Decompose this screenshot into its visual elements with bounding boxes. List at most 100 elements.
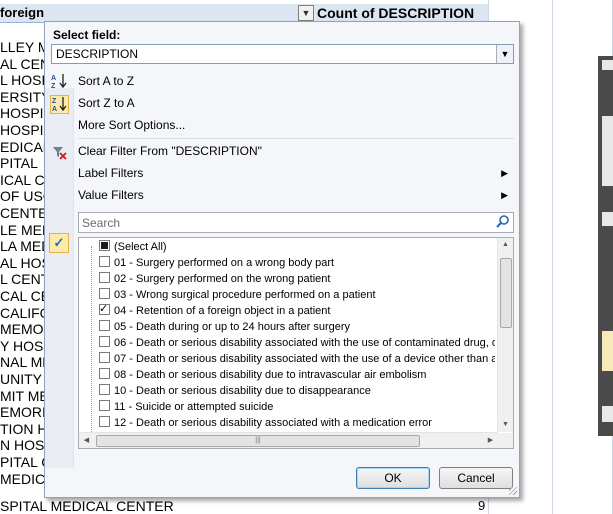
row-value: 9 [478, 498, 486, 513]
row-label: ERSITY [0, 88, 51, 105]
filter-item[interactable]: 10 - Death or serious disability due to … [99, 383, 495, 399]
resize-grip-icon[interactable] [509, 487, 517, 495]
select-field-label: Select field: [53, 28, 121, 42]
row-label: UNITY [0, 371, 42, 387]
filter-item[interactable]: 01 - Surgery performed on a wrong body p… [99, 255, 495, 271]
filter-item-label: (Select All) [114, 241, 167, 253]
filter-item-label: 05 - Death during or up to 24 hours afte… [114, 321, 351, 333]
scroll-thumb[interactable]: ||| [96, 435, 420, 447]
filter-item-label: 08 - Death or serious disability due to … [114, 369, 427, 381]
row-label: CENTE [0, 205, 48, 221]
menu-separator [78, 138, 514, 139]
scroll-thumb[interactable] [500, 258, 512, 328]
scroll-left-icon[interactable]: ◀ [79, 433, 94, 448]
filter-item-checkbox[interactable] [99, 240, 110, 251]
svg-text:A: A [52, 106, 57, 112]
vertical-scrollbar[interactable]: ▲ ▼ [497, 238, 513, 432]
filter-item-label: 07 - Death or serious disability associa… [114, 353, 495, 365]
filter-item-checkbox[interactable] [99, 272, 110, 283]
count-column-header: Count of DESCRIPTION [317, 5, 475, 21]
value-filters-label: Value Filters [78, 188, 144, 202]
pane-header [602, 60, 613, 70]
pane-section [602, 406, 613, 422]
search-input[interactable]: Search [78, 212, 514, 233]
filter-item-checkbox[interactable] [99, 288, 110, 299]
filter-dropdown-panel: Select field: DESCRIPTION ▼ AZ ZA Sort A… [44, 21, 520, 498]
label-filters-item[interactable]: Label Filters ▶ [78, 164, 514, 182]
pane-section [602, 116, 613, 186]
clear-filter-label: Clear Filter From "DESCRIPTION" [78, 144, 262, 158]
row-label: EDICAL [0, 138, 51, 155]
pane-section [602, 212, 613, 226]
filter-item-label: 11 - Suicide or attempted suicide [114, 401, 274, 413]
svg-text:Z: Z [51, 83, 56, 89]
filter-item-checkbox[interactable] [99, 336, 110, 347]
filter-item[interactable]: 08 - Death or serious disability due to … [99, 367, 495, 383]
filter-item-checkbox[interactable] [99, 416, 110, 427]
clear-filter-icon [51, 144, 67, 160]
filter-dropdown-icon[interactable]: ▼ [298, 5, 314, 21]
filter-item-checkbox[interactable] [99, 352, 110, 363]
horizontal-scrollbar[interactable]: ◀ ||| ▶ [79, 432, 498, 448]
svg-text:Z: Z [52, 98, 57, 105]
filter-item-label: 10 - Death or serious disability due to … [114, 385, 371, 397]
row-label: LLEY M [0, 39, 50, 55]
row-label: ICAL C [0, 171, 45, 188]
filter-item-checkbox[interactable] [99, 400, 110, 411]
filter-item[interactable]: 11 - Suicide or attempted suicide [99, 399, 495, 415]
filter-item[interactable]: 07 - Death or serious disability associa… [99, 351, 495, 367]
row-label: MIT ME [0, 387, 49, 404]
sort-a-to-z-label: Sort A to Z [78, 74, 135, 88]
chevron-right-icon: ▶ [501, 190, 508, 200]
filter-item[interactable]: 12 - Death or serious disability associa… [99, 415, 495, 431]
clear-filter-item[interactable]: Clear Filter From "DESCRIPTION" [78, 142, 514, 160]
filter-item-label: 03 - Wrong surgical procedure performed … [114, 289, 376, 301]
scroll-up-icon[interactable]: ▲ [498, 238, 513, 252]
row-header-label: foreign [0, 5, 45, 20]
filter-item-label: 02 - Surgery performed on the wrong pati… [114, 273, 331, 285]
more-sort-options-label: More Sort Options... [78, 118, 186, 132]
row-label: EMORI [0, 404, 46, 421]
filter-item-label: 01 - Surgery performed on a wrong body p… [114, 257, 335, 269]
filter-values-list: (Select All) 01 - Surgery performed on a … [78, 237, 514, 449]
filter-item[interactable]: 03 - Wrong surgical procedure performed … [99, 287, 495, 303]
scrollbar-corner [498, 433, 513, 448]
filter-item-label: 06 - Death or serious disability associa… [114, 337, 495, 349]
search-placeholder: Search [82, 216, 121, 230]
label-filters-label: Label Filters [78, 166, 144, 180]
filter-item-checkbox[interactable] [99, 320, 110, 331]
filter-item-label: 04 - Retention of a foreign object in a … [114, 305, 331, 317]
filter-item-checkbox[interactable] [99, 384, 110, 395]
row-label: L CENT [0, 271, 50, 288]
row-label: HOSPI [0, 122, 44, 138]
filter-item-checkbox[interactable] [99, 256, 110, 267]
sort-a-to-z-item[interactable]: Sort A to Z [78, 72, 514, 90]
chevron-down-icon[interactable]: ▼ [496, 45, 513, 63]
filter-item-checkbox[interactable] [99, 303, 110, 317]
more-sort-options-item[interactable]: More Sort Options... [78, 116, 514, 134]
chevron-right-icon: ▶ [501, 168, 508, 178]
row-label: SPITAL MEDICAL CENTER [0, 498, 174, 514]
pane-section [602, 331, 613, 371]
grid-line [552, 0, 553, 514]
filter-item[interactable]: (Select All) [99, 239, 495, 255]
select-field-value: DESCRIPTION [56, 47, 139, 61]
scroll-right-icon[interactable]: ▶ [483, 433, 498, 448]
filter-item[interactable]: 06 - Death or serious disability associa… [99, 335, 495, 351]
sort-az-icon: AZ [51, 73, 67, 90]
cancel-button[interactable]: Cancel [439, 467, 513, 489]
ok-button[interactable]: OK [356, 467, 430, 489]
filter-item-label: 12 - Death or serious disability associa… [114, 417, 432, 429]
filter-check-icon: ✓ [49, 233, 69, 253]
select-field-dropdown[interactable]: DESCRIPTION ▼ [51, 44, 514, 64]
tree-connector [91, 246, 93, 436]
filter-item[interactable]: 02 - Surgery performed on the wrong pati… [99, 271, 495, 287]
scroll-down-icon[interactable]: ▼ [498, 418, 513, 432]
value-filters-item[interactable]: Value Filters ▶ [78, 186, 514, 204]
search-icon[interactable] [496, 214, 510, 228]
filter-item[interactable]: 05 - Death during or up to 24 hours afte… [99, 319, 495, 335]
filter-item-checkbox[interactable] [99, 368, 110, 379]
sort-z-to-a-item[interactable]: Sort Z to A [78, 94, 514, 112]
sort-z-to-a-label: Sort Z to A [78, 96, 135, 110]
filter-item[interactable]: 04 - Retention of a foreign object in a … [99, 303, 495, 319]
